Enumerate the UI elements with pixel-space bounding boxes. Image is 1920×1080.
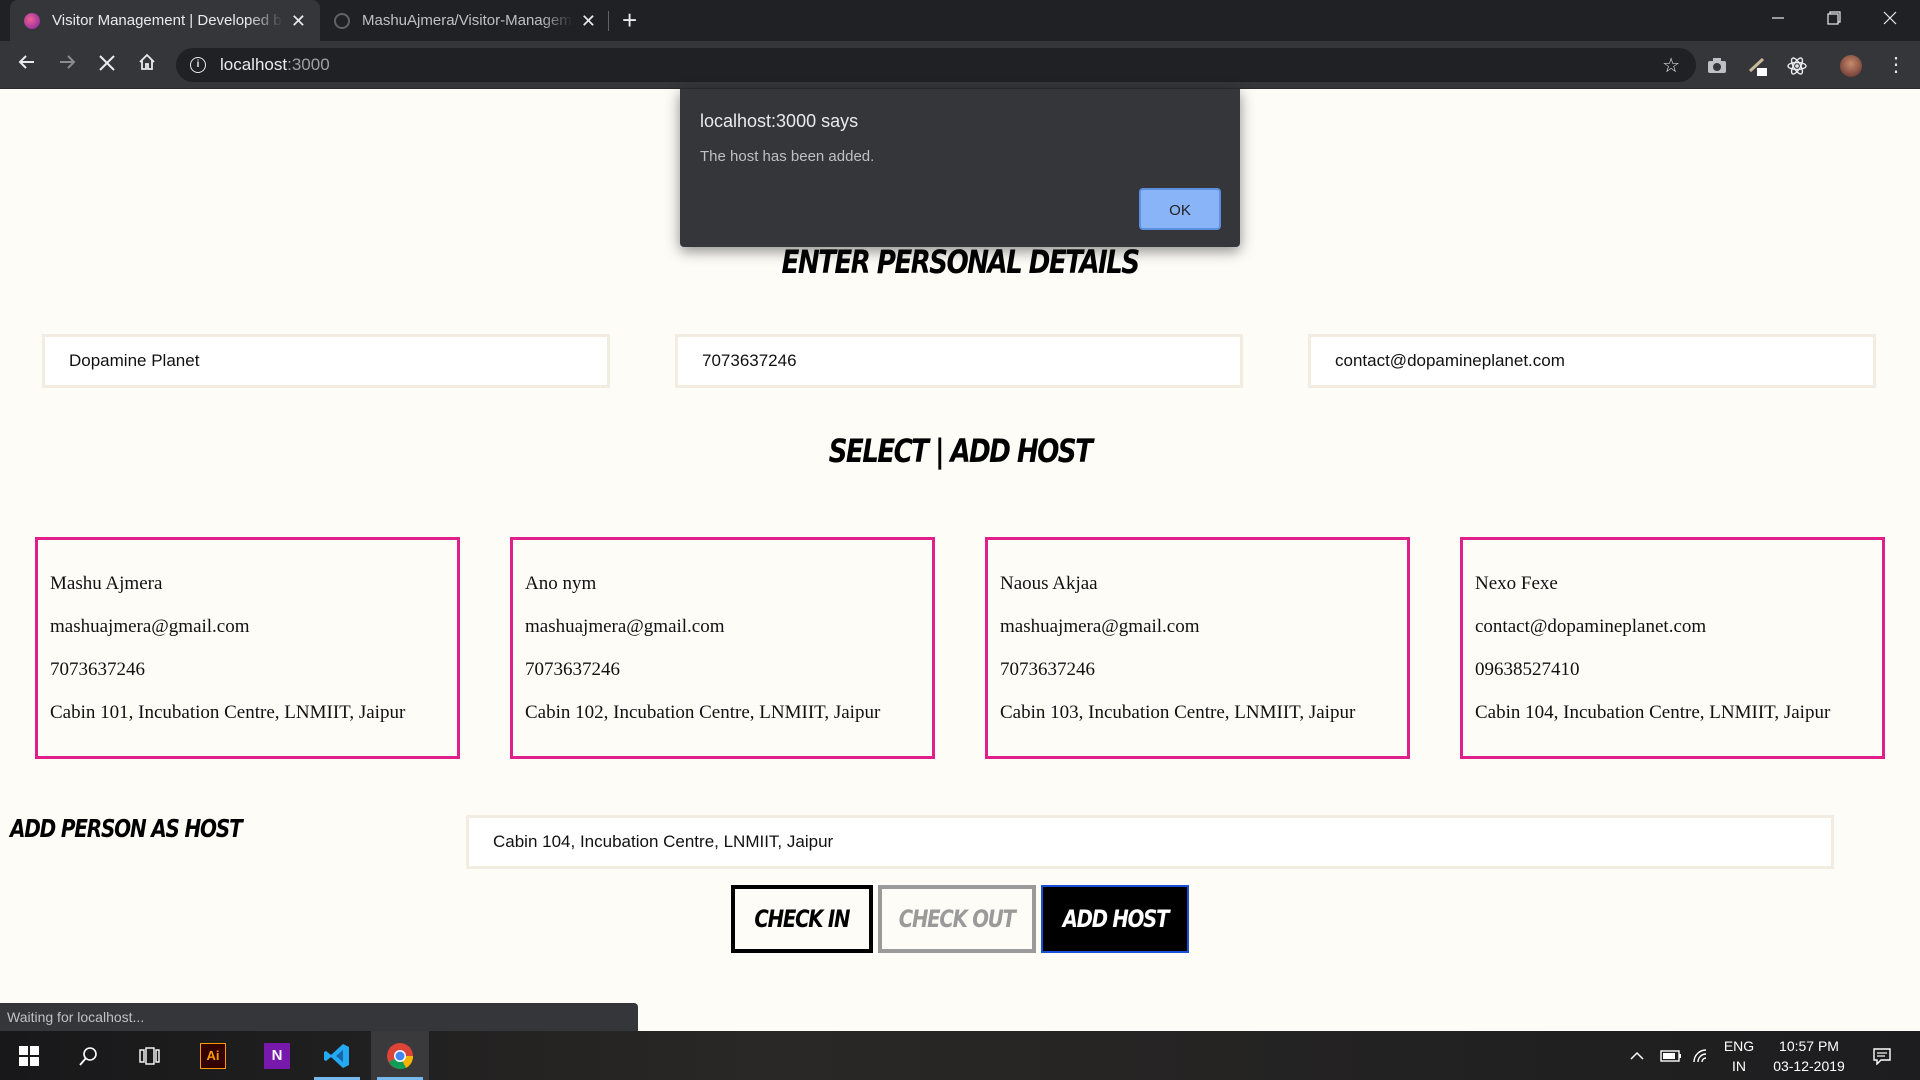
notification-center-icon[interactable] (1864, 1031, 1900, 1080)
phone-field[interactable]: 7073637246 (675, 334, 1243, 388)
host-name: Naous Akjaa (1000, 573, 1098, 594)
url-host: localhost (220, 55, 288, 74)
alert-title: localhost:3000 says (700, 111, 859, 131)
back-arrow-icon[interactable] (11, 49, 43, 81)
email-field[interactable]: contact@dopamineplanet.com (1308, 334, 1876, 388)
add-person-as-host-label: ADD PERSON AS HOST (10, 814, 243, 843)
clock-date: 03-12-2019 (1773, 1057, 1845, 1074)
minimize-icon[interactable] (1750, 0, 1806, 41)
browser-toolbar: i localhost:3000 ☆ ⋮ (0, 41, 1920, 89)
chrome-icon[interactable] (371, 1031, 429, 1080)
stop-loading-icon[interactable] (91, 49, 123, 81)
check-out-label: CHECK OUT (899, 905, 1016, 933)
github-favicon-icon (334, 12, 350, 29)
illustrator-label: Ai (200, 1042, 226, 1069)
host-card[interactable]: Mashu Ajmera mashuajmera@gmail.com 70736… (35, 537, 460, 759)
task-view-icon[interactable] (120, 1031, 178, 1080)
windows-taskbar: Ai N ENG IN 10:57 PM 03-12-2019 (0, 1031, 1920, 1080)
url-text: localhost:3000 (220, 55, 330, 75)
check-out-button[interactable]: CHECK OUT (878, 885, 1036, 953)
host-address-input[interactable]: Cabin 104, Incubation Centre, LNMIIT, Ja… (466, 815, 1834, 869)
tab-visitor-management[interactable]: Visitor Management | Developed by MashuA… (10, 0, 320, 41)
host-address: Cabin 104, Incubation Centre, LNMIIT, Ja… (1475, 702, 1831, 723)
bookmark-star-icon[interactable]: ☆ (1662, 53, 1680, 78)
tab-close-icon[interactable]: ✕ (291, 12, 306, 30)
url-port: :3000 (287, 55, 330, 74)
visitor-management-favicon-icon (24, 12, 40, 29)
host-email: contact@dopamineplanet.com (1475, 616, 1707, 637)
illustrator-icon[interactable]: Ai (184, 1031, 242, 1080)
new-tab-button[interactable]: + (622, 6, 637, 34)
site-info-icon[interactable]: i (190, 57, 206, 73)
wifi-icon[interactable] (1692, 1031, 1718, 1080)
ok-button[interactable]: OK (1139, 188, 1221, 230)
loading-status-bar: Waiting for localhost... (0, 1003, 638, 1031)
language-code: ENG (1723, 1037, 1755, 1054)
restore-icon[interactable] (1806, 0, 1862, 41)
host-phone: 09638527410 (1475, 659, 1580, 680)
host-email: mashuajmera@gmail.com (50, 616, 250, 637)
host-name: Nexo Fexe (1475, 573, 1558, 594)
camera-extension-icon[interactable] (1706, 55, 1728, 77)
alert-message: The host has been added. (700, 148, 875, 165)
host-card[interactable]: Naous Akjaa mashuajmera@gmail.com 707363… (985, 537, 1410, 759)
personal-details-heading: ENTER PERSONAL DETAILS (781, 243, 1141, 281)
tab-title: MashuAjmera/Visitor-Management (362, 12, 573, 29)
tab-title: Visitor Management | Developed by MashuA… (52, 12, 283, 29)
host-phone: 7073637246 (50, 659, 145, 680)
battery-icon[interactable] (1660, 1031, 1686, 1080)
onenote-icon[interactable]: N (248, 1031, 306, 1080)
check-in-button[interactable]: CHECK IN (731, 885, 873, 953)
host-address: Cabin 102, Incubation Centre, LNMIIT, Ja… (525, 702, 881, 723)
add-host-label: ADD HOST (1062, 905, 1169, 933)
tab-close-icon[interactable]: ✕ (581, 12, 596, 30)
check-in-label: CHECK IN (754, 905, 851, 933)
add-host-button[interactable]: ADD HOST (1041, 885, 1189, 953)
select-add-host-heading: SELECT | ADD HOST (828, 432, 1093, 470)
language-indicator[interactable]: ENG IN (1720, 1031, 1758, 1080)
name-field[interactable]: Dopamine Planet (42, 334, 610, 388)
host-phone: 7073637246 (525, 659, 620, 680)
forward-arrow-icon[interactable] (51, 49, 83, 81)
search-icon[interactable] (60, 1031, 118, 1080)
browser-tab-bar: Visitor Management | Developed by MashuA… (0, 0, 1920, 41)
show-hidden-icons-chevron-icon[interactable] (1630, 1031, 1654, 1080)
host-name: Ano nym (525, 573, 597, 594)
profile-avatar[interactable] (1840, 55, 1862, 77)
host-email: mashuajmera@gmail.com (525, 616, 725, 637)
tab-github-repo[interactable]: MashuAjmera/Visitor-Management ✕ (320, 0, 610, 41)
alert-dialog: localhost:3000 says The host has been ad… (680, 89, 1240, 247)
onenote-label: N (264, 1042, 290, 1069)
vscode-icon[interactable] (308, 1031, 366, 1080)
host-card[interactable]: Ano nym mashuajmera@gmail.com 7073637246… (510, 537, 935, 759)
react-devtools-icon[interactable] (1786, 55, 1808, 77)
region-code: IN (1732, 1057, 1746, 1074)
windows-start-icon[interactable] (0, 1031, 58, 1080)
host-email: mashuajmera@gmail.com (1000, 616, 1200, 637)
clock[interactable]: 10:57 PM 03-12-2019 (1764, 1031, 1854, 1080)
pen-extension-icon[interactable] (1747, 55, 1769, 77)
menu-kebab-icon[interactable]: ⋮ (1880, 49, 1912, 81)
window-close-icon[interactable] (1862, 0, 1918, 41)
tab-separator (608, 11, 609, 31)
host-phone: 7073637246 (1000, 659, 1095, 680)
address-bar[interactable]: i localhost:3000 ☆ (176, 48, 1696, 82)
host-address: Cabin 103, Incubation Centre, LNMIIT, Ja… (1000, 702, 1356, 723)
clock-time: 10:57 PM (1779, 1037, 1839, 1054)
host-card[interactable]: Nexo Fexe contact@dopamineplanet.com 096… (1460, 537, 1885, 759)
home-icon[interactable] (131, 49, 163, 81)
host-address: Cabin 101, Incubation Centre, LNMIIT, Ja… (50, 702, 406, 723)
host-name: Mashu Ajmera (50, 573, 163, 594)
